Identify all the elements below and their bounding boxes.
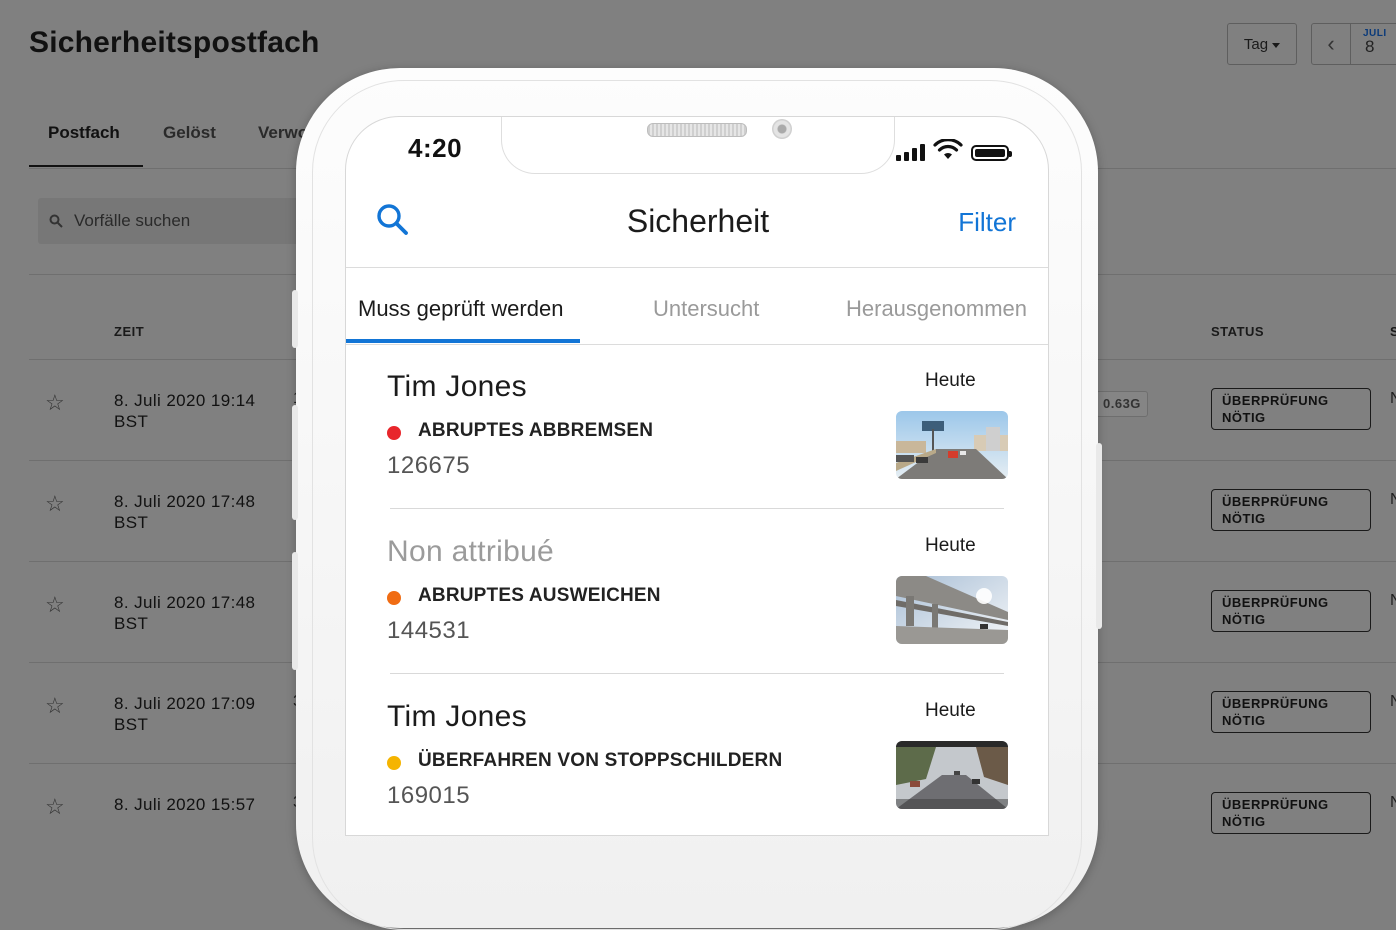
tab-dismissed[interactable]: Herausgenommen <box>846 296 1027 322</box>
g-force-value: 0.63G <box>1096 391 1148 417</box>
row-time: 8. Juli 2020 19:14 BST <box>114 391 256 431</box>
status-badge: ÜBERPRÜFUNG NÖTIG <box>1211 590 1371 632</box>
speaker-grille <box>647 123 747 137</box>
list-item[interactable]: Non attribué Heute ABRUPTES AUSWEICHEN 1… <box>346 509 1048 674</box>
event-date: Heute <box>925 535 976 556</box>
range-selector-button[interactable]: Tag <box>1227 23 1297 65</box>
caret-down-icon <box>1272 42 1281 48</box>
vehicle-number: 144531 <box>387 617 471 644</box>
event-thumbnail[interactable] <box>896 741 1008 809</box>
star-icon[interactable]: ☆ <box>45 794 65 820</box>
phone-screen: 4:20 Sicherheit Filter Muss geprüft werd… <box>345 116 1049 836</box>
row-time: 8. Juli 2020 17:48 BST <box>114 492 256 532</box>
list-item[interactable]: Tim Jones Heute ÜBERFAHREN VON STOPPSCHI… <box>346 674 1048 835</box>
row-edge-text: N <box>1390 390 1396 407</box>
status-badge: ÜBERPRÜFUNG NÖTIG <box>1211 792 1371 834</box>
front-camera <box>772 119 792 139</box>
severity-dot-icon <box>387 426 401 440</box>
date-picker-button[interactable]: JULI 8 <box>1350 23 1396 65</box>
chevron-left-icon: ‹ <box>1327 31 1335 56</box>
star-icon[interactable]: ☆ <box>45 390 65 416</box>
range-selector-label: Tag <box>1243 35 1269 53</box>
row-edge-text: N <box>1390 592 1396 609</box>
event-thumbnail[interactable] <box>896 576 1008 644</box>
phone-notch <box>501 117 895 174</box>
event-thumbnail[interactable] <box>896 411 1008 479</box>
app-title: Sicherheit <box>626 203 770 239</box>
incident-search-input[interactable]: Vorfälle suchen <box>38 198 308 244</box>
phone-volume-down-button <box>292 552 298 670</box>
star-icon[interactable]: ☆ <box>45 693 65 719</box>
event-date: Heute <box>925 700 976 721</box>
search-placeholder: Vorfälle suchen <box>74 211 191 230</box>
row-edge-text: N <box>1390 794 1396 811</box>
row-time: 8. Juli 2020 17:48 BST <box>114 593 256 633</box>
driver-name: Tim Jones <box>387 700 527 733</box>
active-tab-indicator <box>346 339 580 343</box>
phone-side-button <box>292 290 298 348</box>
wifi-icon <box>933 139 963 159</box>
vehicle-number: 169015 <box>387 782 471 809</box>
column-header-edge[interactable]: S <box>1390 324 1396 339</box>
filter-button[interactable]: Filter <box>958 207 1016 238</box>
driver-name: Non attribué <box>387 535 555 568</box>
status-bar-time: 4:20 <box>408 133 463 163</box>
star-icon[interactable]: ☆ <box>45 491 65 517</box>
tab-inbox[interactable]: Postfach <box>48 123 120 143</box>
phone-power-button <box>1096 443 1102 629</box>
status-badge: ÜBERPRÜFUNG NÖTIG <box>1211 691 1371 733</box>
date-day: 8 <box>1365 37 1375 56</box>
page-title: Sicherheitspostfach <box>29 26 320 59</box>
row-time: 8. Juli 2020 17:09 BST <box>114 694 256 734</box>
list-item[interactable]: Tim Jones Heute ABRUPTES ABBREMSEN 12667… <box>346 344 1048 509</box>
event-date: Heute <box>925 370 976 391</box>
search-icon <box>49 214 63 228</box>
active-tab-indicator <box>29 165 143 167</box>
event-type: ABRUPTES AUSWEICHEN <box>418 585 661 606</box>
status-badge: ÜBERPRÜFUNG NÖTIG <box>1211 489 1371 531</box>
safety-tabs: Muss geprüft werden Untersucht Herausgen… <box>346 268 1048 345</box>
battery-icon <box>971 145 1012 161</box>
row-edge-text: N <box>1390 693 1396 710</box>
phone-volume-up-button <box>292 405 298 520</box>
tab-resolved[interactable]: Gelöst <box>163 123 216 143</box>
event-type: ABRUPTES ABBREMSEN <box>418 420 654 441</box>
status-badge: ÜBERPRÜFUNG NÖTIG <box>1211 388 1371 430</box>
cellular-signal-icon <box>896 143 925 161</box>
previous-date-button[interactable]: ‹ <box>1311 23 1351 65</box>
tab-needs-review[interactable]: Muss geprüft werden <box>358 296 563 322</box>
severity-dot-icon <box>387 756 401 770</box>
status-bar-icons <box>896 139 1012 161</box>
severity-dot-icon <box>387 591 401 605</box>
row-time: 8. Juli 2020 15:57 <box>114 795 256 814</box>
vehicle-number: 126675 <box>387 452 471 479</box>
star-icon[interactable]: ☆ <box>45 592 65 618</box>
column-header-status[interactable]: STATUS <box>1211 324 1264 339</box>
driver-name: Tim Jones <box>387 370 527 403</box>
tab-investigated[interactable]: Untersucht <box>653 296 759 322</box>
event-type: ÜBERFAHREN VON STOPPSCHILDERN <box>418 750 783 771</box>
column-header-time[interactable]: ZEIT <box>114 324 144 339</box>
row-edge-text: N <box>1390 491 1396 508</box>
